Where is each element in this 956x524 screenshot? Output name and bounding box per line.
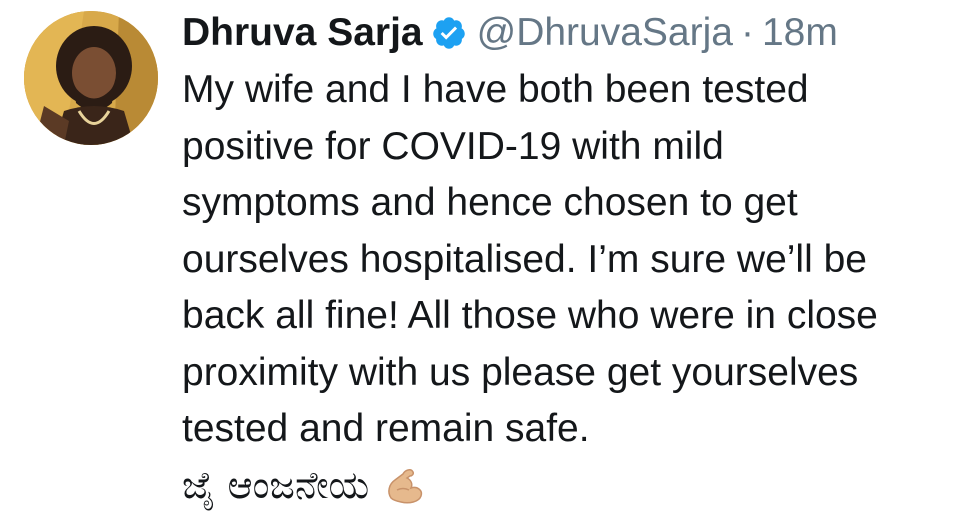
separator-dot: · [740, 11, 754, 54]
tweet-kannada-line: ಜೈ ಆಂಜನೇಯ [182, 458, 952, 514]
kannada-text: ಜೈ ಆಂಜನೇಯ [182, 463, 370, 507]
display-name[interactable]: Dhruva Sarja [182, 4, 423, 62]
handle[interactable]: @DhruvaSarja [477, 4, 733, 62]
tweet-text: My wife and I have both been tested posi… [182, 68, 878, 450]
verified-badge-icon [431, 15, 467, 51]
tweet[interactable]: Dhruva Sarja @DhruvaSarja · 18m My wife … [0, 0, 956, 524]
avatar[interactable] [24, 11, 158, 145]
profile-photo [24, 11, 158, 145]
tweet-content: Dhruva Sarja @DhruvaSarja · 18m My wife … [182, 4, 952, 514]
tweet-header: Dhruva Sarja @DhruvaSarja · 18m [182, 4, 952, 62]
timestamp[interactable]: 18m [762, 4, 838, 62]
flexed-biceps-icon [383, 464, 427, 508]
